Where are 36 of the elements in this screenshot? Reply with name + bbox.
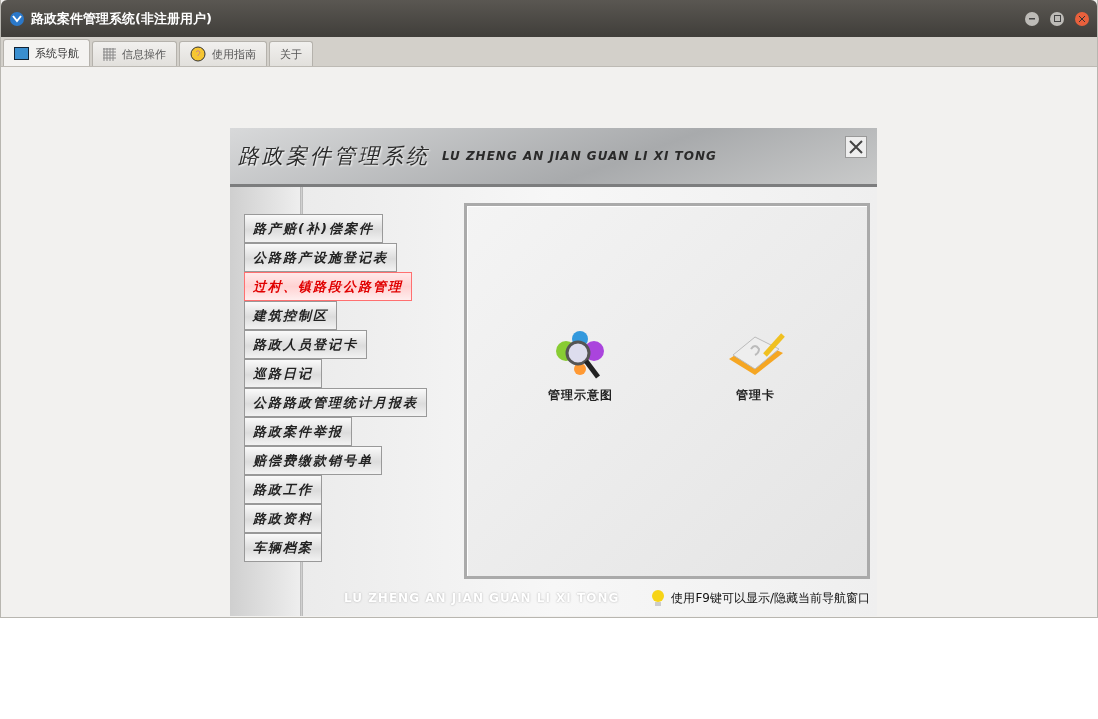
tab[interactable]: 关于 <box>269 41 313 66</box>
close-icon <box>849 140 863 154</box>
shortcut-button[interactable]: 管理示意图 <box>541 327 619 405</box>
maximize-icon <box>1053 15 1061 22</box>
menu-item[interactable]: 路政人员登记卡 <box>244 330 367 359</box>
tab[interactable]: 系统导航 <box>3 39 90 66</box>
menu-item[interactable]: 车辆档案 <box>244 533 322 562</box>
help-icon <box>190 46 206 62</box>
menu-item[interactable]: 过村、镇路段公路管理 <box>244 272 412 301</box>
tab[interactable]: 使用指南 <box>179 41 267 66</box>
menu-item[interactable]: 路政案件举报 <box>244 417 352 446</box>
panel-title: 路政案件管理系统 <box>238 143 430 170</box>
grid-icon <box>103 47 116 61</box>
menu-item[interactable]: 公路路产设施登记表 <box>244 243 397 272</box>
close-icon <box>1079 15 1085 22</box>
shortcut-button[interactable]: 管理卡 <box>718 327 793 405</box>
app-logo-icon <box>9 10 25 27</box>
minimize-button[interactable] <box>1025 11 1039 26</box>
menu-item[interactable]: 路政工作 <box>244 475 322 504</box>
magnifier-people-icon <box>554 328 606 381</box>
close-button[interactable] <box>1075 11 1089 26</box>
window-title: 路政案件管理系统(非注册用户) <box>31 9 213 28</box>
menu-item[interactable]: 公路路政管理统计月报表 <box>244 388 427 417</box>
lightbulb-icon <box>651 589 666 607</box>
close-button[interactable] <box>845 136 867 158</box>
hint-text: 使用F9键可以显示/隐藏当前导航窗口 <box>671 589 870 607</box>
menu-item[interactable]: 建筑控制区 <box>244 301 337 330</box>
tab[interactable]: 信息操作 <box>92 41 177 66</box>
maximize-button[interactable] <box>1050 11 1064 26</box>
panel-subtitle: LU ZHENG AN JIAN GUAN LI XI TONG <box>442 149 717 163</box>
menu-item[interactable]: 赔偿费缴款销号单 <box>244 446 382 475</box>
menu-item[interactable]: 路政资料 <box>244 504 322 533</box>
menu-item[interactable]: 巡路日记 <box>244 359 322 388</box>
menu-item[interactable]: 路产赔(补)偿案件 <box>244 214 383 243</box>
monitor-icon <box>14 46 29 60</box>
minimize-icon <box>1029 17 1035 20</box>
